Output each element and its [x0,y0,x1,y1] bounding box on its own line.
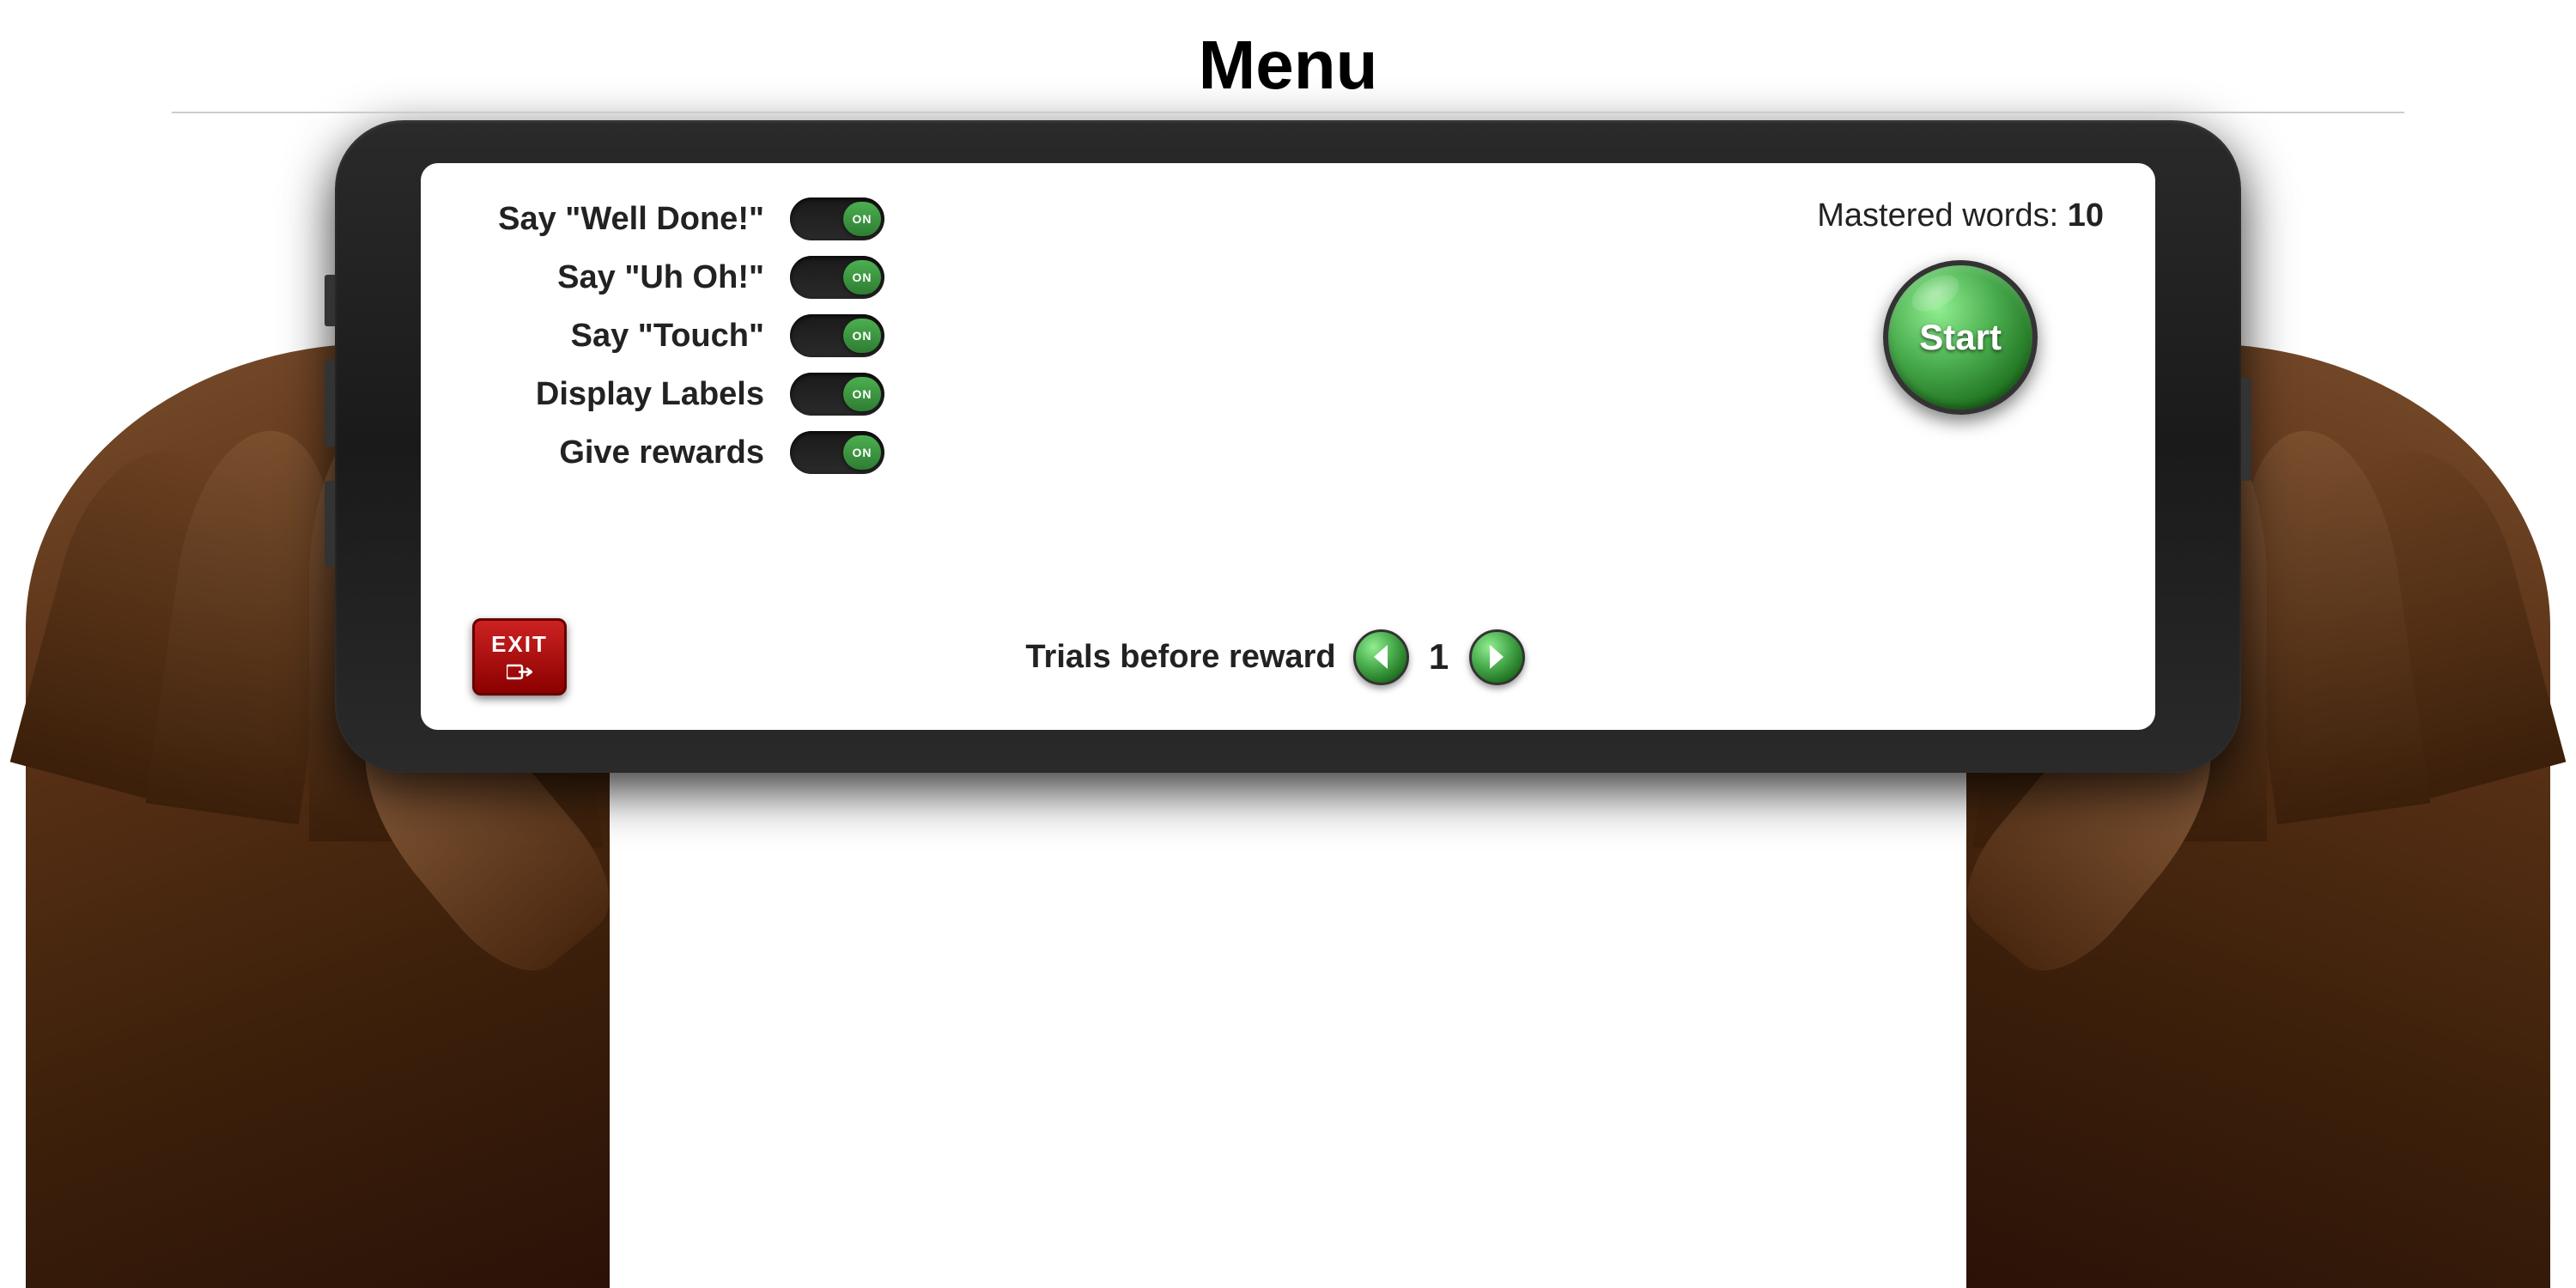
setting-label-say-well-done: Say "Well Done!" [472,201,764,238]
settings-list: Say "Well Done!" ON Say "Uh Oh!" ON [472,197,884,474]
trials-increment-button[interactable] [1469,629,1525,685]
toggle-knob-say-uh-oh: ON [843,260,881,295]
phone-button-volume-up [325,275,335,326]
title-divider [172,112,2404,113]
right-section: Mastered words: 10 Start [1817,189,2104,415]
trials-row: Trials before reward 1 [1025,629,1524,685]
mastered-words-label: Mastered words: [1817,197,2067,234]
trials-count-display: 1 [1426,636,1452,677]
toggle-knob-display-labels: ON [843,377,881,411]
toggle-on-text-display-labels: ON [853,387,872,401]
toggle-on-text-say-touch: ON [853,329,872,343]
trials-label: Trials before reward [1025,639,1335,676]
bottom-section: EXIT Trials before reward 1 [472,618,2104,704]
toggle-on-text-say-uh-oh: ON [853,270,872,284]
setting-label-say-touch: Say "Touch" [472,318,764,355]
toggle-knob-give-rewards: ON [843,435,881,470]
page-title: Menu [0,26,2576,105]
setting-row-display-labels: Display Labels ON [472,373,884,416]
phone-button-side [325,481,335,567]
trials-decrement-button[interactable] [1353,629,1409,685]
setting-label-give-rewards: Give rewards [472,434,764,471]
toggle-give-rewards[interactable]: ON [790,431,884,474]
phone: Say "Well Done!" ON Say "Uh Oh!" ON [335,120,2241,773]
toggle-say-touch[interactable]: ON [790,314,884,357]
exit-icon [507,661,532,683]
setting-label-display-labels: Display Labels [472,376,764,413]
phone-button-power [2241,378,2251,481]
mastered-words-count: 10 [2068,197,2104,234]
screen-content: Say "Well Done!" ON Say "Uh Oh!" ON [421,163,2155,730]
arrow-left-icon [1365,641,1396,672]
start-button[interactable]: Start [1883,260,2038,415]
mastered-words-display: Mastered words: 10 [1817,197,2104,234]
start-button-label: Start [1919,317,2002,358]
toggle-knob-say-touch: ON [843,319,881,353]
exit-button-label: EXIT [491,631,548,658]
setting-row-say-touch: Say "Touch" ON [472,314,884,357]
toggle-on-text-give-rewards: ON [853,446,872,459]
toggle-say-uh-oh[interactable]: ON [790,256,884,299]
top-section: Say "Well Done!" ON Say "Uh Oh!" ON [472,189,2104,610]
toggle-knob-say-well-done: ON [843,202,881,236]
phone-button-volume-down [325,361,335,447]
setting-row-give-rewards: Give rewards ON [472,431,884,474]
phone-screen: Say "Well Done!" ON Say "Uh Oh!" ON [421,163,2155,730]
toggle-say-well-done[interactable]: ON [790,197,884,240]
setting-row-say-uh-oh: Say "Uh Oh!" ON [472,256,884,299]
toggle-on-text-say-well-done: ON [853,212,872,226]
arrow-right-icon [1481,641,1512,672]
exit-button[interactable]: EXIT [472,618,567,696]
setting-row-say-well-done: Say "Well Done!" ON [472,197,884,240]
setting-label-say-uh-oh: Say "Uh Oh!" [472,259,764,296]
toggle-display-labels[interactable]: ON [790,373,884,416]
